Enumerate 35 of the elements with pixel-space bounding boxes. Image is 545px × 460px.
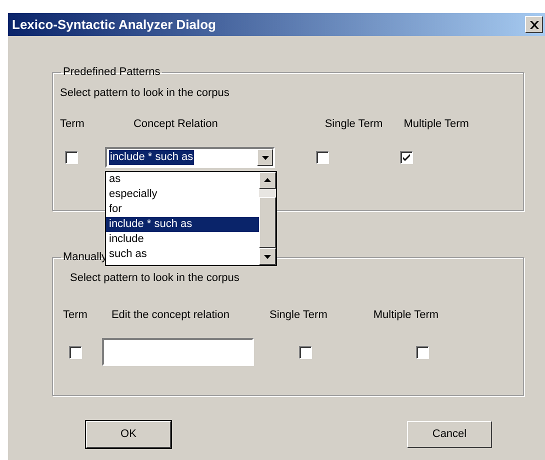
- text-field[interactable]: [102, 338, 254, 366]
- dialog-button[interactable]: Cancel: [407, 421, 492, 448]
- column-header: Concept Relation: [133, 117, 218, 132]
- column-header: Multiple Term: [373, 308, 439, 323]
- close-icon: [530, 20, 538, 28]
- close-button[interactable]: [525, 16, 543, 33]
- checkbox[interactable]: [416, 346, 429, 358]
- column-header: Single Term: [269, 308, 328, 323]
- list-item[interactable]: as: [106, 172, 259, 187]
- down-arrow-icon: [264, 254, 271, 259]
- checkbox[interactable]: [400, 151, 413, 164]
- scrollbar[interactable]: [259, 172, 276, 265]
- checkbox[interactable]: [316, 151, 329, 164]
- caret-icon: [262, 156, 268, 160]
- dialog-button[interactable]: OK: [86, 421, 171, 448]
- instruction-text: Select pattern to look in the corpus: [70, 271, 240, 286]
- group-title: Predefined Patterns: [62, 65, 162, 80]
- list-item[interactable]: include * such as: [106, 217, 259, 232]
- check-icon: [402, 153, 411, 162]
- column-header: Term: [60, 117, 84, 132]
- list-item[interactable]: especially: [106, 187, 259, 202]
- window-title: Lexico-Syntactic Analyzer Dialog: [12, 17, 216, 32]
- column-header: Multiple Term: [404, 117, 469, 132]
- column-header: Edit the concept relation: [111, 308, 230, 323]
- scroll-thumb[interactable]: [259, 196, 276, 248]
- column-header: Single Term: [324, 117, 383, 132]
- checkbox[interactable]: [65, 151, 78, 164]
- list-item[interactable]: for: [106, 202, 259, 217]
- instruction-text: Select pattern to look in the corpus: [60, 86, 230, 101]
- list-item[interactable]: such as: [106, 247, 259, 262]
- up-arrow-icon: [264, 178, 271, 182]
- checkbox[interactable]: [69, 346, 82, 358]
- checkbox[interactable]: [299, 346, 312, 358]
- column-header: Term: [63, 308, 88, 323]
- list-item[interactable]: include: [106, 232, 259, 247]
